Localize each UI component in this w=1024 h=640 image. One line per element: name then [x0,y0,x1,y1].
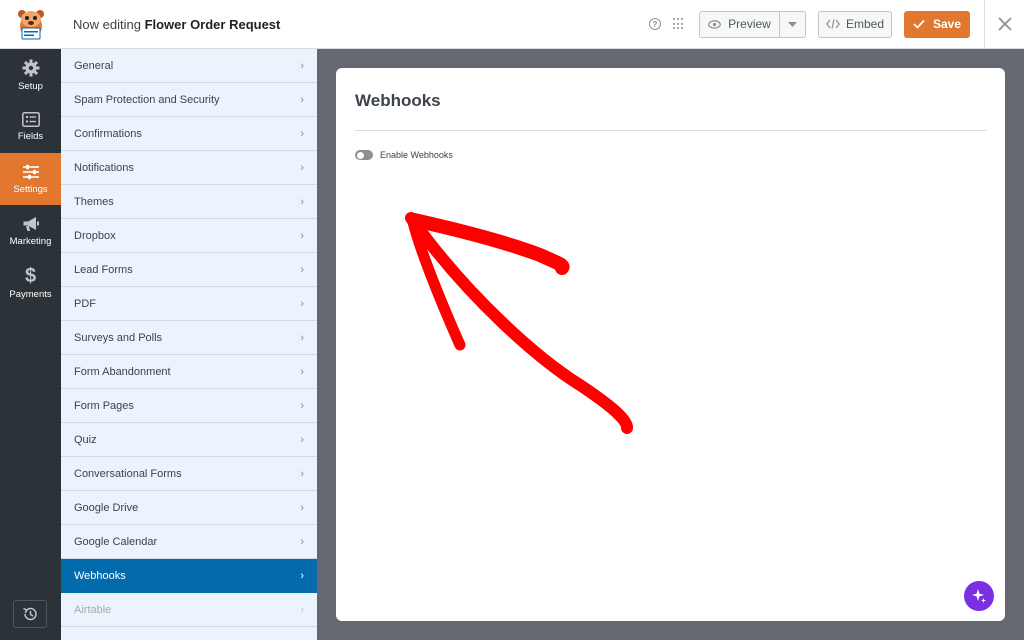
settings-item-label: Surveys and Polls [74,331,163,344]
form-name: Flower Order Request [144,16,281,32]
settings-item-label: Conversational Forms [74,467,182,480]
settings-item-spam-protection[interactable]: Spam Protection and Security › [61,83,317,117]
settings-item-label: Confirmations [74,127,142,140]
settings-item-quiz[interactable]: Quiz › [61,423,317,457]
eye-icon [708,19,722,29]
nav-marketing[interactable]: Marketing [0,205,61,257]
settings-item-label: Google Drive [74,501,139,514]
chevron-right-icon: › [300,501,304,514]
builder-sidebar: Setup Fields Settings Marketing $ Paymen… [0,49,61,640]
settings-item-label: Spam Protection and Security [74,93,220,106]
checkmark-icon [913,19,925,29]
history-icon [23,607,37,621]
settings-item-themes[interactable]: Themes › [61,185,317,219]
settings-item-general[interactable]: General › [61,49,317,83]
code-icon [826,19,840,29]
embed-label: Embed [845,17,885,31]
chevron-right-icon: › [300,399,304,412]
grid-icon[interactable] [673,18,685,30]
settings-item-label: Lead Forms [74,263,133,276]
nav-marketing-label: Marketing [9,235,52,247]
caret-down-icon [788,21,797,27]
settings-item-google-drive[interactable]: Google Drive › [61,491,317,525]
settings-item-label: General [74,59,114,72]
settings-item-form-abandonment[interactable]: Form Abandonment › [61,355,317,389]
nav-fields[interactable]: Fields [0,101,61,153]
revisions-button[interactable] [13,600,47,628]
enable-webhooks-toggle[interactable] [355,150,373,160]
settings-item-label: Dropbox [74,229,116,242]
divider [355,130,987,131]
ai-assistant-button[interactable] [964,581,994,611]
chevron-right-icon: › [300,59,304,72]
settings-item-form-pages[interactable]: Form Pages › [61,389,317,423]
chevron-right-icon: › [300,331,304,344]
settings-item-airtable[interactable]: Airtable › [61,593,317,627]
wpforms-logo [0,0,61,48]
nav-payments[interactable]: $ Payments [0,257,61,309]
sliders-icon [22,164,39,179]
settings-item-label: Google Calendar [74,535,158,548]
editing-prefix: Now editing [73,16,141,32]
chevron-right-icon: › [300,297,304,310]
settings-item-label: Notifications [74,161,134,174]
chevron-right-icon: › [300,127,304,140]
nav-fields-label: Fields [17,131,44,142]
top-bar: Now editing Flower Order Request ? Previ… [0,0,1024,49]
settings-item-surveys-polls[interactable]: Surveys and Polls › [61,321,317,355]
chevron-right-icon: › [300,603,304,616]
gear-icon [22,59,39,76]
save-button[interactable]: Save [904,10,970,38]
settings-item-label: Webhooks [74,569,126,582]
settings-item-dropbox[interactable]: Dropbox › [61,219,317,253]
settings-item-notifications[interactable]: Notifications › [61,151,317,185]
nav-settings[interactable]: Settings [0,153,61,205]
save-label: Save [932,17,962,31]
page-title: Webhooks [355,91,441,110]
settings-item-conversational-forms[interactable]: Conversational Forms › [61,457,317,491]
settings-item-label: Themes [74,195,114,208]
megaphone-icon [23,216,39,231]
chevron-right-icon: › [300,263,304,276]
settings-item-label: Quiz [74,433,97,446]
sparkle-icon [972,589,986,603]
help-icon[interactable]: ? [649,18,661,30]
chevron-right-icon: › [300,569,304,582]
webhooks-card: Webhooks Enable Webhooks [336,68,1005,621]
editing-title: Now editing Flower Order Request [73,17,280,32]
chevron-right-icon: › [300,161,304,174]
settings-item-pdf[interactable]: PDF › [61,287,317,321]
preview-button[interactable]: Preview [700,12,779,37]
settings-item-lead-forms[interactable]: Lead Forms › [61,253,317,287]
settings-item-webhooks[interactable]: Webhooks › [61,559,317,593]
nav-setup-label: Setup [18,80,43,92]
chevron-right-icon: › [300,535,304,548]
settings-item-label: Form Abandonment [74,365,171,378]
preview-button-group: Preview [699,10,806,38]
dollar-icon: $ [24,264,37,287]
chevron-right-icon: › [300,365,304,378]
settings-item-label: PDF [74,297,96,310]
nav-settings-label: Settings [13,183,48,195]
enable-webhooks-label: Enable Webhooks [380,150,453,160]
embed-button[interactable]: Embed [818,10,892,38]
chevron-right-icon: › [300,93,304,106]
nav-setup[interactable]: Setup [0,49,61,101]
settings-item-google-calendar[interactable]: Google Calendar › [61,525,317,559]
settings-item-label: Form Pages [74,399,134,412]
enable-webhooks-row: Enable Webhooks [355,150,453,160]
close-button[interactable] [984,0,1024,48]
nav-payments-label: Payments [9,288,52,300]
settings-panel: General › Spam Protection and Security › C… [61,49,317,640]
settings-item-label: Airtable [74,603,112,616]
close-icon [997,17,1012,31]
chevron-right-icon: › [300,195,304,208]
fields-icon [21,112,40,127]
chevron-right-icon: › [300,229,304,242]
preview-dropdown-button[interactable] [779,11,805,37]
chevron-right-icon: › [300,467,304,480]
preview-label: Preview [728,17,771,31]
chevron-right-icon: › [300,433,304,446]
settings-item-confirmations[interactable]: Confirmations › [61,117,317,151]
